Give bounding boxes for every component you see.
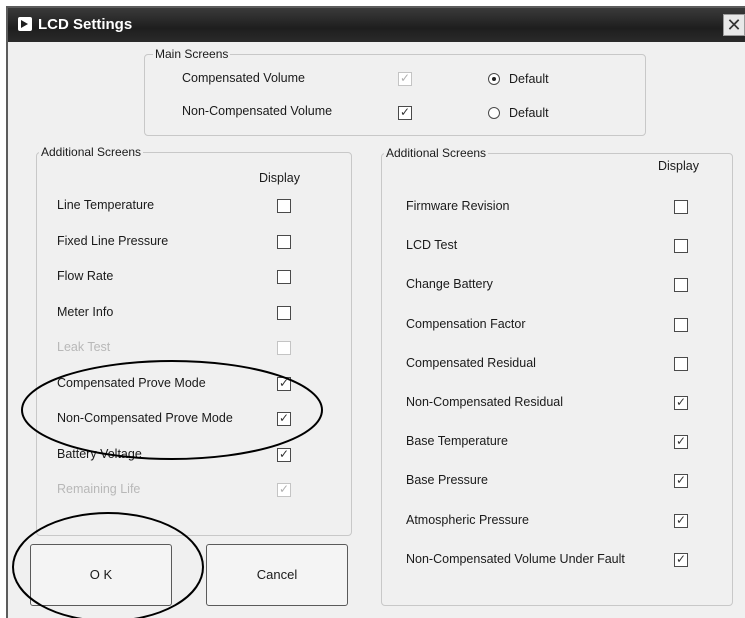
annotation-overlay xyxy=(12,360,323,618)
annotation-ellipse-ok xyxy=(12,512,204,618)
annotation-ellipse-prove-mode xyxy=(21,360,323,460)
